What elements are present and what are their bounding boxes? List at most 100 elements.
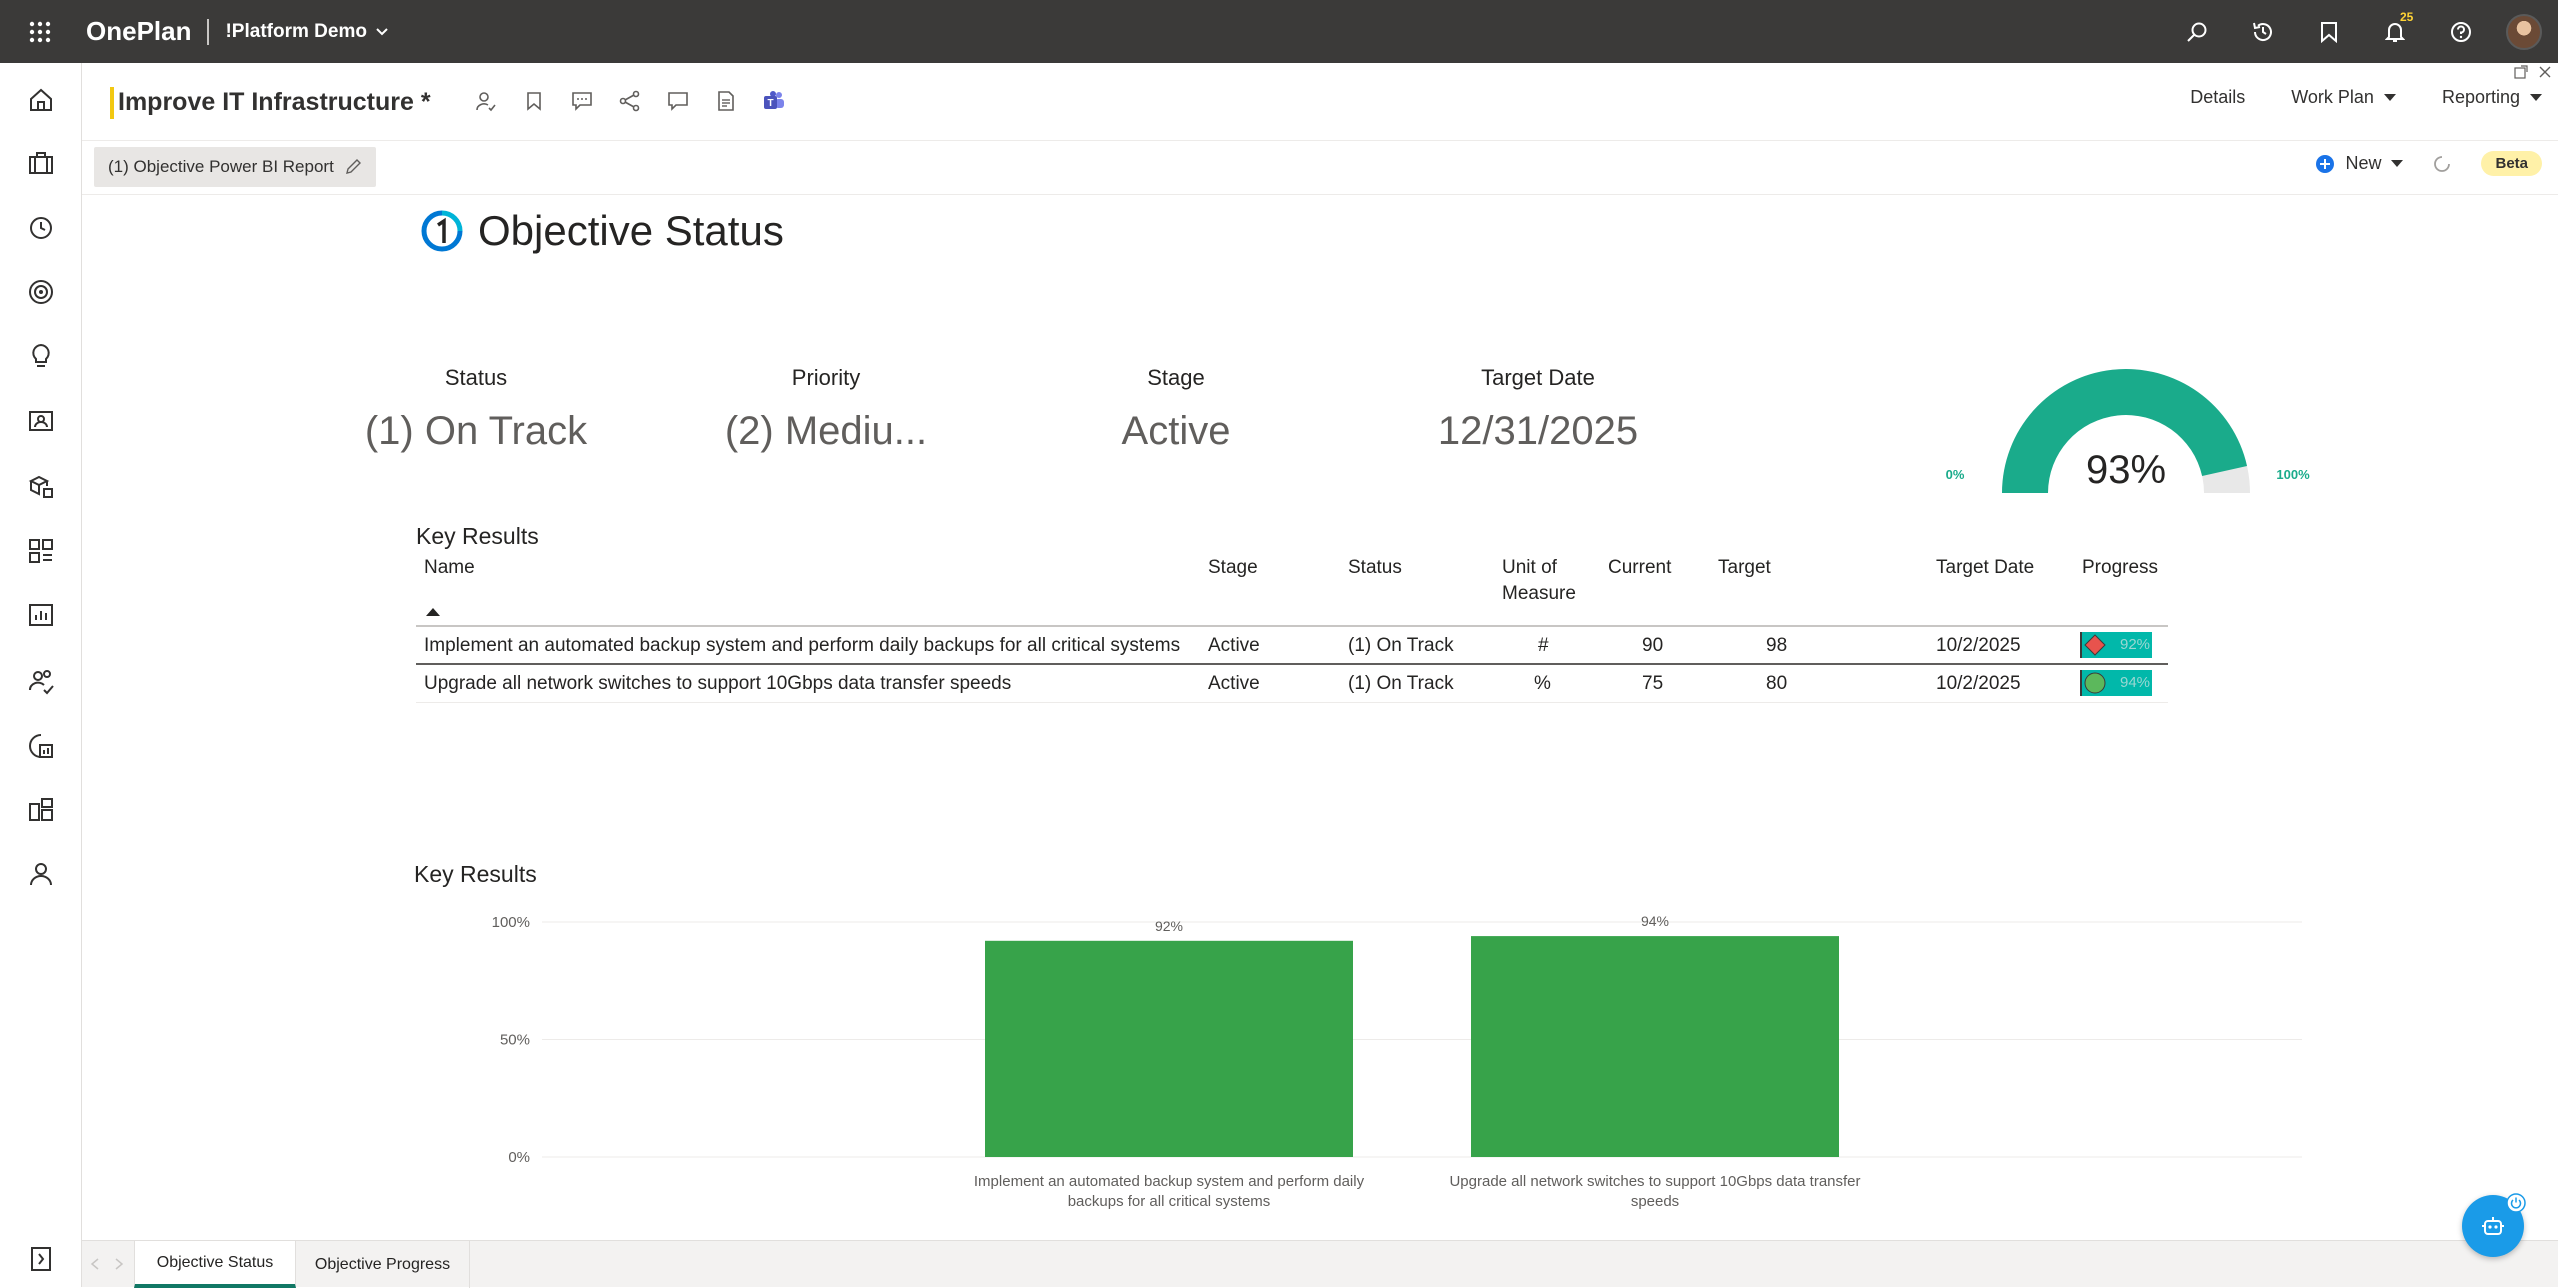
search-icon[interactable]	[2164, 0, 2230, 63]
caret-down-icon	[2383, 93, 2396, 101]
report-selector[interactable]: (1) Objective Power BI Report	[94, 147, 376, 187]
key-results-bar-chart: 0% 50% 100% 92% Implement an automated backu…	[492, 913, 2302, 1210]
tab-objective-progress[interactable]: Objective Progress	[296, 1241, 470, 1288]
tenant-name: !Platform Demo	[225, 20, 367, 42]
chat-icon[interactable]	[664, 87, 692, 115]
nav-products-icon[interactable]	[0, 461, 82, 511]
nav-home-icon[interactable]	[0, 75, 82, 125]
col-status[interactable]: Status	[1348, 555, 1402, 581]
popout-icon[interactable]	[2514, 65, 2528, 79]
notifications-icon[interactable]: 25	[2362, 0, 2428, 63]
table-row[interactable]: Implement an automated backup system and…	[416, 627, 2168, 665]
new-button[interactable]: New	[2315, 153, 2404, 174]
edit-icon[interactable]	[344, 158, 362, 176]
col-stage[interactable]: Stage	[1208, 555, 1258, 581]
report-canvas: Objective Status Status (1) On Track Pri…	[82, 195, 2558, 1240]
svg-text:T: T	[767, 98, 773, 109]
brand-name[interactable]: OnePlan	[86, 16, 191, 47]
row-progress-bar: 92%	[2080, 632, 2152, 658]
teams-icon[interactable]: T	[760, 87, 788, 115]
col-target[interactable]: Target	[1718, 555, 1771, 581]
table-header: Name Stage Status Unit of Measure Curren…	[416, 555, 2168, 627]
tab-reporting-label: Reporting	[2441, 87, 2520, 107]
assistant-button[interactable]	[2462, 1193, 2526, 1257]
row-target: 80	[1766, 673, 1788, 694]
bar	[985, 940, 1353, 1157]
tab-details[interactable]: Details	[2190, 87, 2245, 108]
row-current: 75	[1642, 673, 1664, 694]
history-icon[interactable]	[2230, 0, 2296, 63]
page-header: Improve IT Infrastructure * T Details Wo…	[82, 63, 2558, 141]
row-target: 98	[1766, 635, 1788, 656]
help-icon[interactable]	[2428, 0, 2494, 63]
x-category-label: Implement an automated backup system and…	[974, 1173, 1365, 1190]
nav-people-icon[interactable]	[0, 656, 82, 706]
priority-card: Priority (2) Mediu...	[666, 365, 986, 454]
nav-profile-icon[interactable]	[0, 849, 82, 899]
nav-ideas-icon[interactable]	[0, 331, 82, 381]
x-category-label: speeds	[1631, 1193, 1679, 1210]
tab-objective-status[interactable]: Objective Status	[134, 1241, 296, 1288]
col-unit[interactable]: Unit of Measure	[1502, 555, 1592, 607]
row-unit: %	[1534, 673, 1551, 694]
share-icon[interactable]	[616, 87, 644, 115]
expand-nav-icon[interactable]	[0, 1233, 82, 1285]
next-page-icon[interactable]	[114, 1258, 124, 1270]
nav-objectives-icon[interactable]	[0, 267, 82, 317]
bookmark-icon[interactable]	[2296, 0, 2362, 63]
app-launcher-icon[interactable]	[0, 0, 80, 63]
user-avatar[interactable]	[2506, 13, 2542, 50]
gauge-value: 93%	[2086, 448, 2166, 492]
notification-count: 25	[2400, 10, 2414, 24]
bar	[1471, 936, 1839, 1157]
assign-user-icon[interactable]	[472, 87, 500, 115]
sort-ascending-icon[interactable]	[426, 607, 440, 617]
red-diamond-icon	[2084, 634, 2106, 656]
nav-dashboards-icon[interactable]	[0, 785, 82, 835]
tab-reporting[interactable]: Reporting	[2442, 87, 2542, 108]
col-progress[interactable]: Progress	[2082, 555, 2158, 581]
tenant-selector[interactable]: !Platform Demo	[225, 21, 388, 43]
gauge-min-label: 0%	[1946, 467, 1965, 482]
page-title: Improve IT Infrastructure *	[118, 88, 431, 116]
caret-down-icon	[2530, 93, 2542, 101]
y-tick-label: 0%	[508, 1149, 530, 1166]
status-card-value: (1) On Track	[364, 409, 588, 453]
row-progress: 94%	[2120, 674, 2151, 691]
nav-boards-icon[interactable]	[0, 526, 82, 576]
document-icon[interactable]	[712, 87, 740, 115]
x-category-label: Upgrade all network switches to support …	[1449, 1173, 1860, 1190]
nav-analytics-icon[interactable]	[0, 721, 82, 771]
tab-details-label: Details	[2190, 87, 2246, 107]
data-label: 94%	[1641, 913, 1669, 929]
refresh-icon[interactable]	[2431, 153, 2453, 175]
row-target-date: 10/2/2025	[1936, 635, 2021, 656]
row-current: 90	[1642, 635, 1664, 656]
priority-card-label: Priority	[791, 365, 861, 390]
row-status: (1) On Track	[1348, 673, 1454, 694]
col-name[interactable]: Name	[424, 555, 475, 581]
nav-portfolio-icon[interactable]	[0, 138, 82, 188]
nav-reports-icon[interactable]	[0, 590, 82, 640]
y-tick-label: 50%	[500, 1032, 530, 1049]
key-results-table-title: Key Results	[416, 523, 539, 549]
col-target-date[interactable]: Target Date	[1936, 555, 2034, 581]
status-card-label: Status	[444, 365, 508, 390]
col-current[interactable]: Current	[1608, 555, 1671, 581]
caret-down-icon	[2391, 159, 2404, 167]
left-nav	[0, 63, 82, 1287]
tab-objective-status-label: Objective Status	[156, 1253, 274, 1271]
stage-card-value: Active	[1121, 409, 1231, 453]
power-icon[interactable]	[2506, 1193, 2526, 1213]
close-icon[interactable]	[2538, 65, 2552, 79]
previous-page-icon[interactable]	[90, 1258, 100, 1270]
nav-resources-icon[interactable]	[0, 396, 82, 446]
row-status: (1) On Track	[1348, 635, 1454, 656]
key-results-chart-title: Key Results	[414, 861, 537, 887]
nav-timesheet-icon[interactable]	[0, 203, 82, 253]
bookmark-icon[interactable]	[520, 87, 548, 115]
title-accent	[110, 87, 114, 119]
table-row[interactable]: Upgrade all network switches to support …	[416, 665, 2168, 703]
tab-work-plan[interactable]: Work Plan	[2291, 87, 2396, 108]
comments-icon[interactable]	[568, 87, 596, 115]
